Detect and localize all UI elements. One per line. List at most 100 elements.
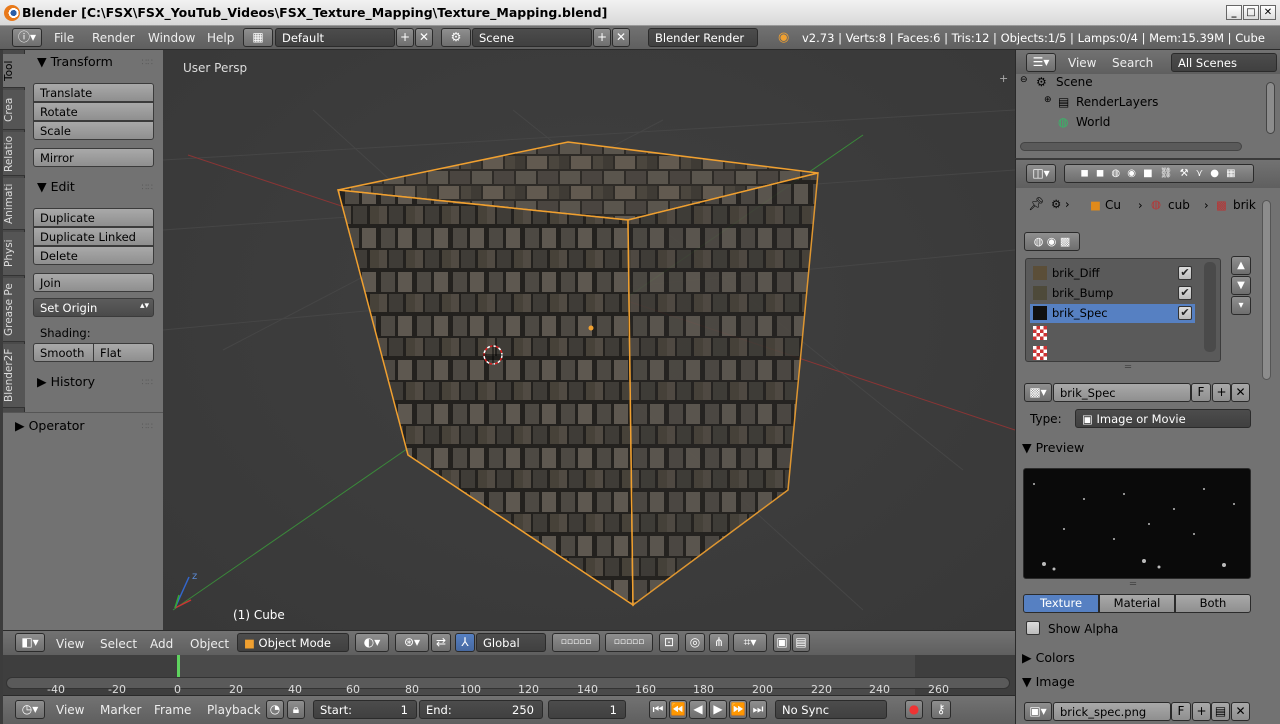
snap-icon[interactable]: ⋔ <box>709 633 729 652</box>
resize-handle-icon[interactable]: ═ <box>1125 362 1131 373</box>
tab-animation[interactable]: Animati <box>3 178 25 230</box>
remove-layout-icon[interactable]: ✕ <box>415 28 433 47</box>
menu-help[interactable]: Help <box>207 31 234 45</box>
menu-marker[interactable]: Marker <box>100 703 141 717</box>
outliner-item-world[interactable]: ◍ World <box>1016 115 1266 135</box>
set-origin-dropdown[interactable]: Set Origin ▴▾ <box>33 298 154 317</box>
menu-view[interactable]: View <box>56 637 84 651</box>
collapse-icon[interactable]: ⊖ <box>1020 75 1028 85</box>
jump-end-icon[interactable]: ⏭ <box>749 700 767 719</box>
minimize-button[interactable]: _ <box>1226 5 1242 20</box>
slot-enable-checkbox[interactable]: ✔ <box>1178 266 1192 280</box>
join-button[interactable]: Join <box>33 273 154 292</box>
editor-type-info-icon[interactable]: ⓘ▾ <box>12 28 42 47</box>
tab-create[interactable]: Crea <box>3 90 25 130</box>
lock-icon[interactable]: 🔒︎ <box>287 700 305 719</box>
maximize-button[interactable]: □ <box>1243 5 1259 20</box>
edit-panel-header[interactable]: ▼ Edit <box>37 179 75 194</box>
mirror-button[interactable]: Mirror <box>33 148 154 167</box>
render-engine-select[interactable]: Blender Render <box>648 28 758 47</box>
texture-slot-brik-bump[interactable]: brik_Bump <box>1030 284 1195 303</box>
image-fake-user-button[interactable]: F <box>1171 702 1191 721</box>
interaction-mode-select[interactable]: ■ Object Mode <box>237 633 349 652</box>
scale-button[interactable]: Scale <box>33 121 154 140</box>
keying-icon[interactable]: ◔ <box>266 700 284 719</box>
outliner-item-scene[interactable]: ⊖ ⚙ Scene <box>1016 75 1266 95</box>
add-scene-icon[interactable]: + <box>593 28 611 47</box>
menu-select[interactable]: Select <box>100 637 137 651</box>
slot-enable-checkbox[interactable]: ✔ <box>1178 306 1192 320</box>
screen-layout-icon[interactable]: ▦ <box>243 28 273 47</box>
image-panel-header[interactable]: ▼ Image <box>1022 674 1252 694</box>
resize-handle-icon[interactable]: ═ <box>1130 579 1136 590</box>
editor-type-properties-icon[interactable]: ◫▾ <box>1026 164 1056 183</box>
outliner-v-scrollbar[interactable] <box>1266 82 1275 134</box>
new-image-icon[interactable]: + <box>1192 702 1211 721</box>
pin-icon[interactable]: 📌︎ <box>1028 197 1045 212</box>
render-still-icon[interactable]: ▣ <box>773 633 791 652</box>
menu-view[interactable]: View <box>56 703 84 717</box>
record-icon[interactable]: ● <box>905 700 923 719</box>
plus-corner-icon[interactable]: + <box>999 72 1008 85</box>
image-name-field[interactable]: brick_spec.png <box>1053 702 1171 721</box>
outliner-h-scrollbar[interactable] <box>1020 142 1242 151</box>
unlink-image-icon[interactable]: ✕ <box>1231 702 1250 721</box>
outliner-filter-select[interactable]: All Scenes <box>1171 53 1277 72</box>
delete-button[interactable]: Delete <box>33 246 154 265</box>
show-alpha-checkbox[interactable] <box>1026 621 1040 635</box>
menu-view[interactable]: View <box>1068 56 1096 70</box>
move-slot-down-icon[interactable]: ▼ <box>1231 276 1251 295</box>
menu-render[interactable]: Render <box>92 31 135 45</box>
texture-browse-icon[interactable]: ▩▾ <box>1024 383 1052 402</box>
timeline-area[interactable] <box>3 655 1015 695</box>
proportional-edit-icon[interactable]: ◎ <box>685 633 705 652</box>
viewport-shading-icon[interactable]: ◐▾ <box>355 633 389 652</box>
texture-slot-empty[interactable] <box>1030 324 1195 343</box>
history-panel-header[interactable]: ▶ History <box>37 374 95 389</box>
drag-handle-icon[interactable]: ∷∷ <box>142 183 153 193</box>
3d-viewport[interactable]: z User Persp (1) Cube + <box>163 50 1015 630</box>
properties-scrollbar[interactable] <box>1262 200 1271 380</box>
add-layout-icon[interactable]: + <box>396 28 414 47</box>
flat-button[interactable]: Flat <box>93 343 154 362</box>
tab-physics[interactable]: Physi <box>3 232 25 276</box>
transform-panel-header[interactable]: ▼ Transform <box>37 54 113 69</box>
tab-tool[interactable]: Tool <box>3 54 25 88</box>
current-frame-field[interactable]: 1 <box>548 700 626 719</box>
expand-icon[interactable]: ⊕ <box>1044 95 1052 105</box>
editor-type-3d-icon[interactable]: ◧▾ <box>15 633 45 652</box>
editor-type-outliner-icon[interactable]: ☰▾ <box>1026 53 1056 72</box>
current-frame-marker[interactable] <box>177 655 180 677</box>
start-frame-field[interactable]: Start: 1 <box>313 700 417 719</box>
timeline-scrollbar[interactable] <box>6 677 1010 689</box>
menu-frame[interactable]: Frame <box>154 703 191 717</box>
screen-layout-field[interactable]: Default <box>275 28 395 47</box>
slot-enable-checkbox[interactable]: ✔ <box>1178 286 1192 300</box>
outliner-item-renderlayers[interactable]: ⊕ ▤ RenderLayers <box>1016 95 1266 115</box>
drag-handle-icon[interactable]: ∷∷ <box>142 58 153 68</box>
transform-orientation-select[interactable]: Global <box>476 633 546 652</box>
scene-field[interactable]: Scene <box>472 28 592 47</box>
translate-button[interactable]: Translate <box>33 83 154 102</box>
close-button[interactable]: ✕ <box>1260 5 1276 20</box>
menu-object[interactable]: Object <box>190 637 229 651</box>
remove-scene-icon[interactable]: ✕ <box>612 28 630 47</box>
layers-grid-1[interactable]: ▫▫▫▫▫ <box>552 633 600 652</box>
tab-grease-pencil[interactable]: Grease Pe <box>3 278 25 342</box>
slot-list-scrollbar[interactable] <box>1204 262 1216 352</box>
unlink-texture-icon[interactable]: ✕ <box>1231 383 1250 402</box>
open-image-icon[interactable]: ▤ <box>1211 702 1230 721</box>
move-slot-up-icon[interactable]: ▲ <box>1231 256 1251 275</box>
menu-add[interactable]: Add <box>150 637 173 651</box>
preview-panel-header[interactable]: ▼ Preview <box>1022 440 1252 460</box>
prev-keyframe-icon[interactable]: ⏪ <box>669 700 687 719</box>
texture-name-field[interactable]: brik_Spec <box>1053 383 1191 402</box>
drag-handle-icon[interactable]: ∷∷ <box>142 422 153 432</box>
keying-set-icon[interactable]: ⚷ <box>931 700 951 719</box>
preview-tab-material[interactable]: Material <box>1099 594 1175 613</box>
texture-source-tabs[interactable]: ◍ ◉ ▩ <box>1024 232 1080 251</box>
menu-file[interactable]: File <box>54 31 74 45</box>
image-browse-icon[interactable]: ▣▾ <box>1024 702 1052 721</box>
menu-window[interactable]: Window <box>148 31 195 45</box>
smooth-button[interactable]: Smooth <box>33 343 94 362</box>
